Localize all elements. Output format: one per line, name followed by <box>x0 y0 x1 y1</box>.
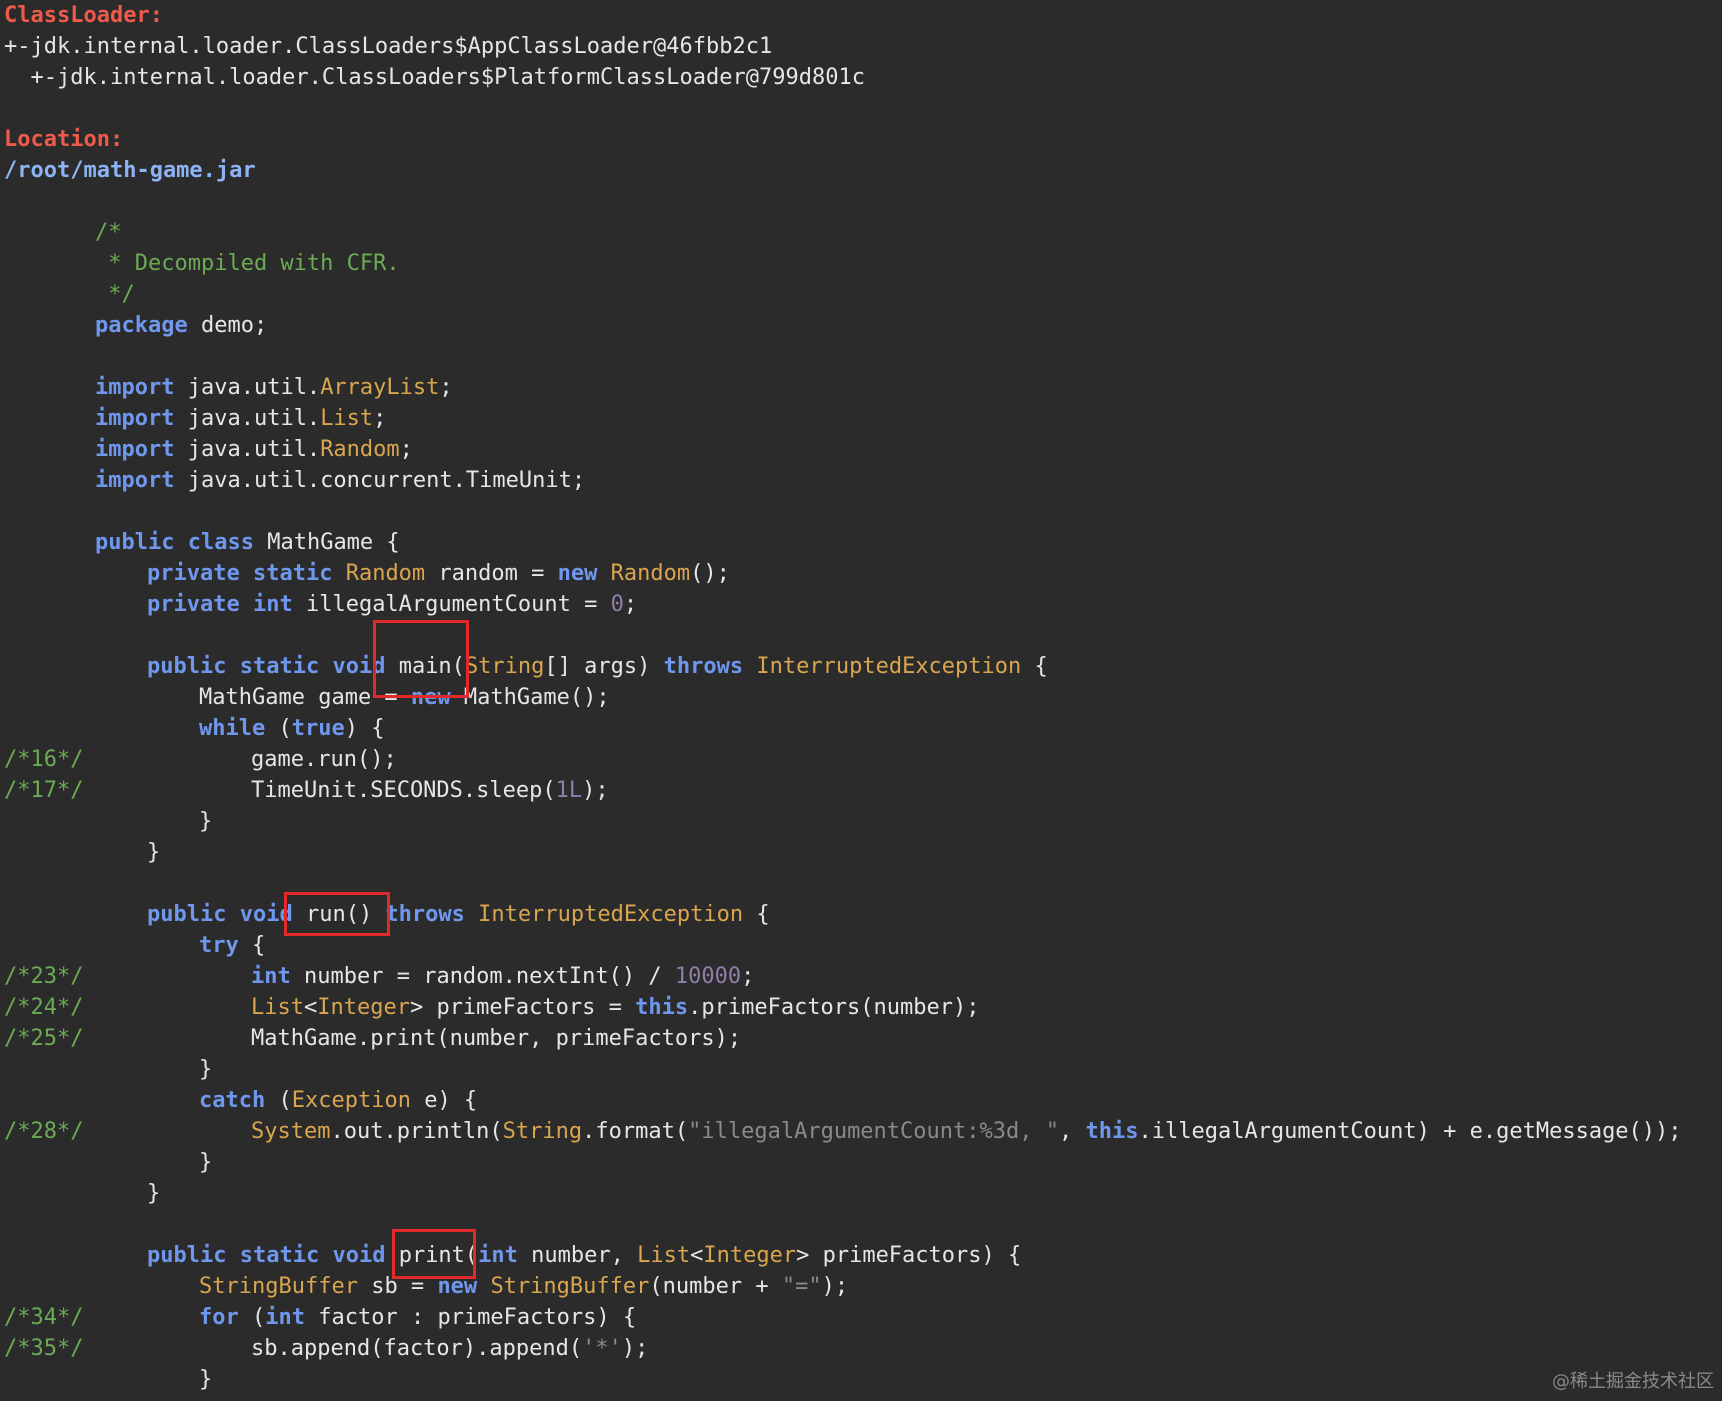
highlight-box-print <box>392 1229 476 1279</box>
classloader-platform: +-jdk.internal.loader.ClassLoaders$Platf… <box>4 65 865 90</box>
code-line: import java.util.concurrent.TimeUnit; <box>95 468 586 493</box>
code-line: public class MathGame { <box>95 530 400 555</box>
code-line: public static void main(String[] args) t… <box>147 654 1048 679</box>
code-line: /* <box>95 220 122 245</box>
highlight-box-run <box>284 892 390 936</box>
location-label: Location: <box>4 127 124 152</box>
code-line: } <box>147 1181 161 1206</box>
code-line: private int illegalArgumentCount = 0; <box>147 592 638 617</box>
line-number: /*34*/ <box>4 1305 84 1330</box>
line-number: /*24*/ <box>4 995 84 1020</box>
classloader-app: +-jdk.internal.loader.ClassLoaders$AppCl… <box>4 34 773 59</box>
code-line: public static void print(int number, Lis… <box>147 1243 1022 1268</box>
code-line: */ <box>95 282 135 307</box>
line-number: /*16*/ <box>4 747 84 772</box>
code-line: import java.util.ArrayList; <box>95 375 453 400</box>
code-line: } <box>199 1150 213 1175</box>
line-number: /*35*/ <box>4 1336 84 1361</box>
code-line: } <box>199 1367 213 1392</box>
watermark: @稀土掘金技术社区 <box>1552 1371 1714 1392</box>
code-line: import java.util.List; <box>95 406 387 431</box>
line-number: /*25*/ <box>4 1026 84 1051</box>
highlight-box-main <box>373 620 469 698</box>
code-line: while (true) { <box>199 716 385 741</box>
code-line: List<Integer> primeFactors = this.primeF… <box>251 995 980 1020</box>
location-path: /root/math-game.jar <box>4 158 256 183</box>
code-line: sb.append(factor).append('*'); <box>251 1336 649 1361</box>
code-line: try { <box>199 933 266 958</box>
code-line: StringBuffer sb = new StringBuffer(numbe… <box>199 1274 849 1299</box>
code-line: game.run(); <box>251 747 397 772</box>
line-number: /*28*/ <box>4 1119 84 1144</box>
code-line: public void run() throws InterruptedExce… <box>147 902 770 927</box>
code-line: MathGame.print(number, primeFactors); <box>251 1026 742 1051</box>
code-line: } <box>199 1057 213 1082</box>
code-line: } <box>147 840 161 865</box>
code-line: package demo; <box>95 313 268 338</box>
classloader-label: ClassLoader: <box>4 3 163 28</box>
line-number: /*17*/ <box>4 778 84 803</box>
code-line: TimeUnit.SECONDS.sleep(1L); <box>251 778 609 803</box>
code-line: import java.util.Random; <box>95 437 413 462</box>
terminal-output: ClassLoader: +-jdk.internal.loader.Class… <box>0 0 1722 1401</box>
code-line: System.out.println(String.format("illega… <box>251 1119 1682 1144</box>
code-line: catch (Exception e) { <box>199 1088 478 1113</box>
code-line: * Decompiled with CFR. <box>95 251 400 276</box>
line-number: /*23*/ <box>4 964 84 989</box>
code-line: } <box>199 809 213 834</box>
code-line: private static Random random = new Rando… <box>147 561 730 586</box>
code-line: for (int factor : primeFactors) { <box>199 1305 637 1330</box>
code-line: int number = random.nextInt() / 10000; <box>251 964 755 989</box>
